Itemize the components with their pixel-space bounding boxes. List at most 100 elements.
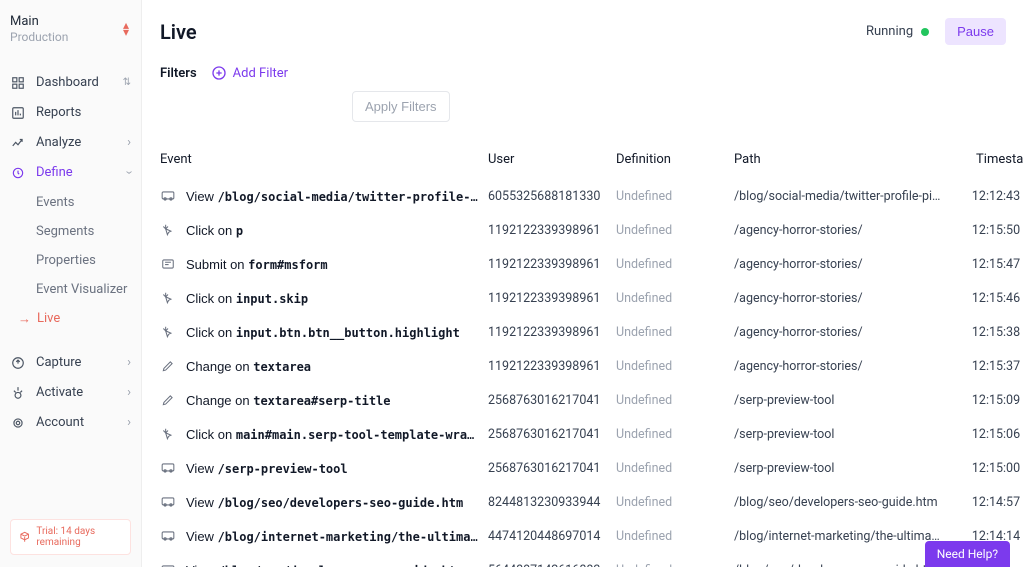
definition: Undefined <box>616 393 726 408</box>
event-text: View /blog/internet-marketing/the-ultima… <box>186 529 480 544</box>
table-row[interactable]: View /blog/social-media/twitter-profile-… <box>160 179 1006 213</box>
plus-circle-icon <box>211 65 227 81</box>
path: /agency-horror-stories/ <box>734 359 944 374</box>
subnav-segments[interactable]: Segments <box>36 217 141 246</box>
timestamp: 12:12:43 PM <box>952 189 1024 204</box>
nav-analyze[interactable]: Analyze › <box>0 128 141 158</box>
running-status: Running <box>866 24 929 39</box>
user-id: 2568763016217041 <box>488 393 608 408</box>
table-row[interactable]: Click on p1192122339398961Undefined/agen… <box>160 213 1006 247</box>
page-title: Live <box>160 20 197 44</box>
view-event-icon <box>160 460 176 476</box>
event-text: View /blog/seo/developers-seo-guide.htm <box>186 495 463 510</box>
user-id: 1192122339398961 <box>488 325 608 340</box>
trial-banner[interactable]: Trial: 14 days remaining <box>10 519 131 555</box>
nav-reports[interactable]: Reports <box>0 98 141 128</box>
user-id: 2568763016217041 <box>488 461 608 476</box>
nav-account[interactable]: Account › <box>0 408 141 438</box>
user-id: 1192122339398961 <box>488 359 608 374</box>
view-event-icon <box>160 562 176 567</box>
subnav-properties[interactable]: Properties <box>36 246 141 275</box>
account-icon <box>10 415 26 431</box>
table-row[interactable]: Submit on form#msform1192122339398961Und… <box>160 247 1006 281</box>
definition: Undefined <box>616 189 726 204</box>
nav-capture[interactable]: Capture › <box>0 348 141 378</box>
cube-icon <box>19 530 30 544</box>
definition: Undefined <box>616 257 726 272</box>
col-user: User <box>488 152 608 167</box>
definition: Undefined <box>616 359 726 374</box>
chevron-right-icon: › <box>127 135 131 150</box>
subnav-live[interactable]: →Live <box>36 304 141 334</box>
table-row[interactable]: Change on textarea#serp-title25687630162… <box>160 383 1006 417</box>
click-event-icon <box>160 426 176 442</box>
nav-label: Analyze <box>36 135 127 150</box>
timestamp: 12:15:00 PM <box>952 461 1024 476</box>
table-row[interactable]: Click on main#main.serp-tool-template-wr… <box>160 417 1006 451</box>
timestamp: 12:15:50 PM <box>952 223 1024 238</box>
apply-filters-button[interactable]: Apply Filters <box>352 91 450 122</box>
main-content: Live Running Pause Filters Add Filter Ap… <box>142 0 1024 567</box>
col-path: Path <box>734 152 944 167</box>
chevron-down-icon: › <box>122 171 137 175</box>
user-id: 1192122339398961 <box>488 223 608 238</box>
chevron-right-icon: › <box>127 415 131 430</box>
nav-define[interactable]: Define › <box>0 158 141 188</box>
timestamp: 12:15:37 PM <box>952 359 1024 374</box>
table-row[interactable]: Click on input.btn.btn__button.highlight… <box>160 315 1006 349</box>
user-id: 6055325688181330 <box>488 189 608 204</box>
pause-button[interactable]: Pause <box>945 18 1006 45</box>
trial-text: Trial: 14 days remaining <box>36 526 122 548</box>
workspace-env: Production <box>10 30 68 44</box>
reports-icon <box>10 105 26 121</box>
timestamp: 12:15:09 PM <box>952 393 1024 408</box>
analyze-icon <box>10 135 26 151</box>
path: /agency-horror-stories/ <box>734 291 944 306</box>
nav-label: Define <box>36 165 127 180</box>
user-id: 1192122339398961 <box>488 257 608 272</box>
table-header: Event User Definition Path Timestamp <box>160 138 1006 179</box>
table-body: View /blog/social-media/twitter-profile-… <box>160 179 1006 567</box>
user-id: 2568763016217041 <box>488 427 608 442</box>
subnav-event-visualizer[interactable]: Event Visualizer <box>36 275 141 304</box>
chevron-right-icon: › <box>127 385 131 400</box>
define-icon <box>10 165 26 181</box>
click-event-icon <box>160 290 176 306</box>
dashboard-icon <box>10 75 26 91</box>
view-event-icon <box>160 528 176 544</box>
event-text: Click on main#main.serp-tool-template-wr… <box>186 427 480 442</box>
path: /serp-preview-tool <box>734 427 944 442</box>
nav-label: Capture <box>36 355 127 370</box>
table-row[interactable]: View /blog/seo/developers-seo-guide.htm5… <box>160 553 1006 567</box>
path: /agency-horror-stories/ <box>734 325 944 340</box>
event-text: Click on input.skip <box>186 291 308 306</box>
status-label: Running <box>866 24 913 39</box>
primary-nav: Dashboard ⇅ Reports Analyze › D <box>0 58 141 438</box>
capture-icon <box>10 355 26 371</box>
need-help-button[interactable]: Need Help? <box>925 541 1010 567</box>
chevron-updown-icon: ⇅ <box>123 77 131 88</box>
table-row[interactable]: Click on input.skip1192122339398961Undef… <box>160 281 1006 315</box>
chevron-right-icon: › <box>127 355 131 370</box>
user-id: 1192122339398961 <box>488 291 608 306</box>
event-text: Click on p <box>186 223 243 238</box>
nav-activate[interactable]: Activate › <box>0 378 141 408</box>
nav-label: Activate <box>36 385 127 400</box>
click-event-icon <box>160 222 176 238</box>
table-row[interactable]: Change on textarea 1192122339398961 Undefi… <box>160 349 1006 383</box>
path: /serp-preview-tool <box>734 461 944 476</box>
workspace-name: Main <box>10 14 68 30</box>
filters-label: Filters <box>160 66 197 81</box>
subnav-events[interactable]: Events <box>36 188 141 217</box>
event-text: Change on textarea <box>186 359 311 374</box>
path: /agency-horror-stories/ <box>734 223 944 238</box>
timestamp: 12:14:57 PM <box>952 495 1024 510</box>
definition: Undefined <box>616 529 726 544</box>
table-row[interactable]: View /blog/internet-marketing/the-ultima… <box>160 519 1006 553</box>
workspace-picker[interactable]: Main Production ▴▾ <box>0 0 141 58</box>
table-row[interactable]: View /blog/seo/developers-seo-guide.htm8… <box>160 485 1006 519</box>
definition: Undefined <box>616 563 726 567</box>
add-filter-button[interactable]: Add Filter <box>211 65 288 81</box>
nav-dashboard[interactable]: Dashboard ⇅ <box>0 68 141 98</box>
table-row[interactable]: View /serp-preview-tool2568763016217041U… <box>160 451 1006 485</box>
